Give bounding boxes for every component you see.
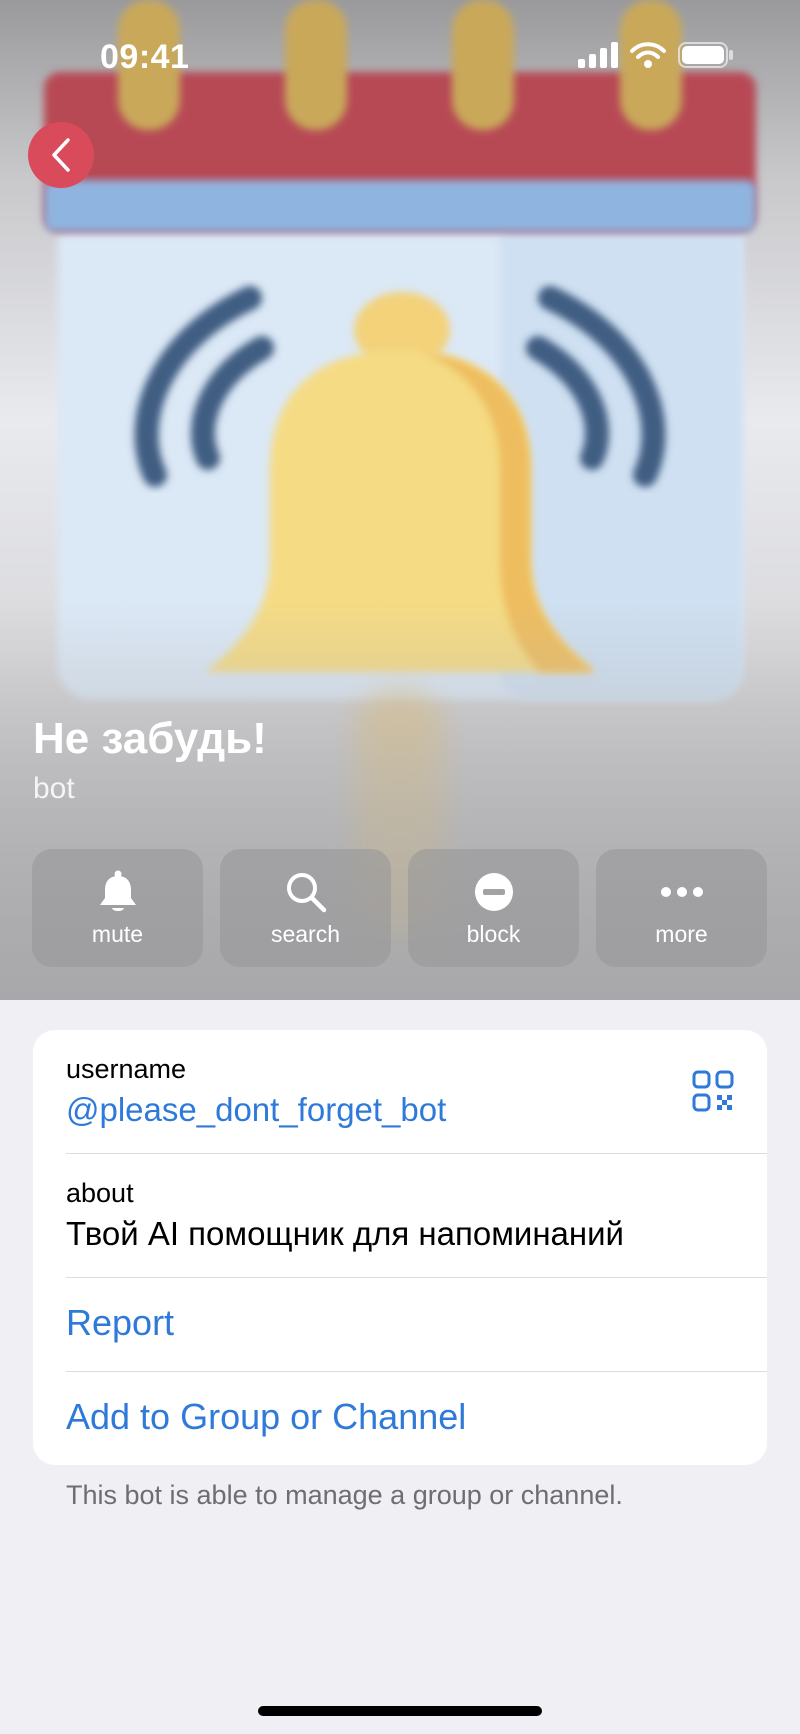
more-button[interactable]: more <box>596 849 767 967</box>
add-to-group-button[interactable]: Add to Group or Channel <box>66 1396 466 1438</box>
qr-code-icon[interactable] <box>692 1070 734 1117</box>
home-indicator[interactable] <box>258 1706 542 1716</box>
divider <box>66 1277 767 1278</box>
footnote: This bot is able to manage a group or ch… <box>66 1480 623 1510</box>
back-button[interactable] <box>28 122 94 188</box>
block-label: block <box>466 920 521 947</box>
battery-icon <box>678 42 733 68</box>
username-row[interactable]: username @please_dont_forget_bot <box>66 1054 767 1129</box>
status-bar: 09:41 <box>0 0 800 120</box>
more-label: more <box>655 920 708 947</box>
about-label: about <box>66 1178 134 1208</box>
report-button[interactable]: Report <box>66 1302 174 1344</box>
block-button[interactable]: block <box>408 849 579 967</box>
report-row[interactable]: Report <box>66 1294 767 1352</box>
search-label: search <box>270 920 341 947</box>
search-icon <box>286 872 326 912</box>
search-button[interactable]: search <box>220 849 391 967</box>
about-value: Твой AI помощник для напоминаний <box>66 1215 624 1252</box>
bell-icon <box>99 870 136 911</box>
profile-header: 09:41 Не забудь! bot mute search block m… <box>0 0 800 1000</box>
cellular-signal-icon <box>578 42 618 68</box>
divider <box>66 1371 767 1372</box>
info-card: username @please_dont_forget_bot about Т… <box>33 1030 767 1465</box>
mute-label: mute <box>91 920 144 947</box>
add-to-group-row[interactable]: Add to Group or Channel <box>66 1388 767 1446</box>
block-icon <box>474 872 513 911</box>
wifi-icon <box>630 42 666 68</box>
status-time: 09:41 <box>100 38 190 76</box>
divider <box>66 1153 767 1154</box>
mute-button[interactable]: mute <box>32 849 203 967</box>
status-icons <box>578 42 734 68</box>
username-label: username <box>66 1054 187 1084</box>
more-icon <box>660 886 703 897</box>
profile-name: Не забудь! <box>33 714 267 763</box>
profile-subtitle: bot <box>33 772 75 805</box>
about-row[interactable]: about Твой AI помощник для напоминаний <box>66 1178 767 1253</box>
chevron-left-icon <box>52 138 70 172</box>
username-value[interactable]: @please_dont_forget_bot <box>66 1091 767 1129</box>
action-bar: mute search block more <box>32 849 767 967</box>
